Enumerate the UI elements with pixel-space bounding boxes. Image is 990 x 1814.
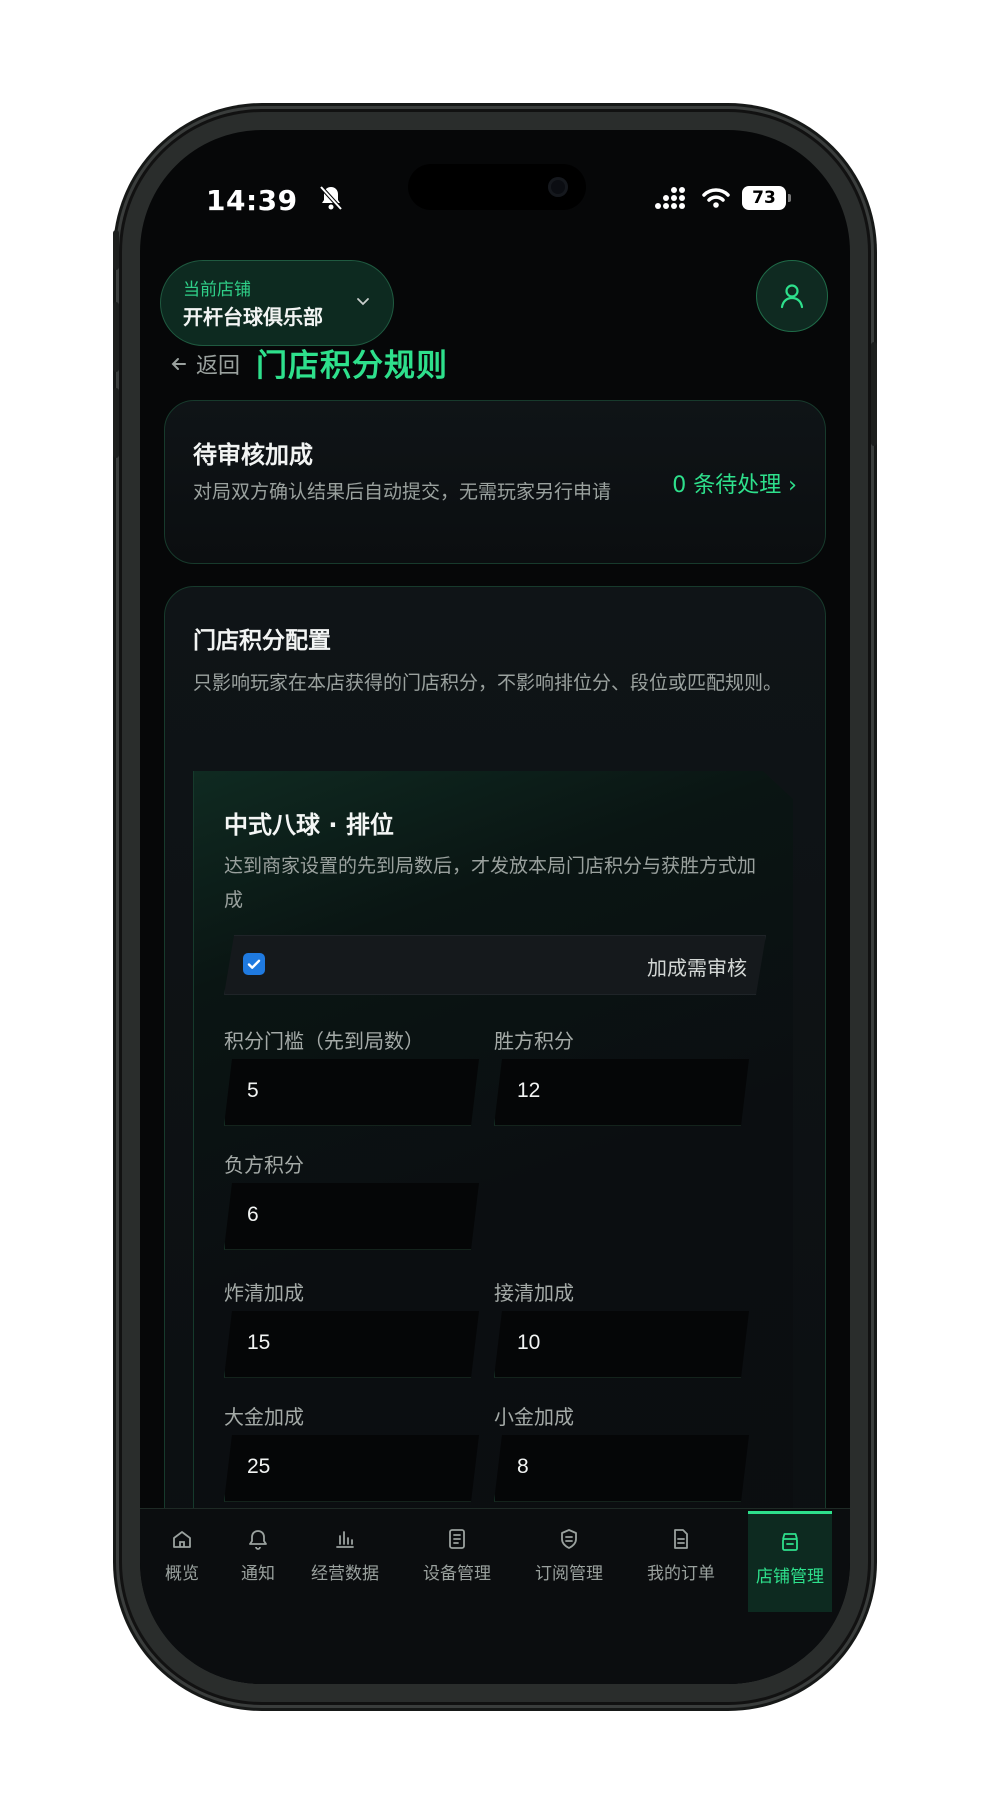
bottom-tab-bar: 概览 通知 经营数据 设备管理 订阅管理 我的订单 店铺管理 xyxy=(140,1508,850,1684)
battery-icon: 73 xyxy=(742,186,791,210)
loser-points-value: 6 xyxy=(247,1203,259,1226)
review-toggle-row[interactable]: 加成需审核 xyxy=(224,935,766,995)
camera xyxy=(548,177,568,197)
winner-points-label: 胜方积分 xyxy=(494,1029,574,1053)
tab-my-orders[interactable]: 我的订单 xyxy=(626,1527,736,1584)
screen: 14:39 73 当前店铺 开杆台球俱乐部 返回 门店积分规则 待审核加成 对局… xyxy=(140,130,850,1684)
winner-points-value: 12 xyxy=(517,1079,541,1102)
volume-up-button xyxy=(113,302,119,372)
user-icon xyxy=(780,284,804,309)
status-indicators: 73 xyxy=(654,186,791,210)
tab-business-data[interactable]: 经营数据 xyxy=(290,1527,400,1584)
run-out-value: 10 xyxy=(517,1331,541,1354)
pending-count-link[interactable]: 0 条待处理 › xyxy=(672,467,797,499)
tab-notifications[interactable]: 通知 xyxy=(228,1527,288,1584)
run-out-input[interactable]: 10 xyxy=(494,1311,749,1378)
run-out-label: 接清加成 xyxy=(494,1281,574,1305)
store-icon xyxy=(782,1533,798,1551)
page-title: 门店积分规则 xyxy=(256,348,448,384)
phone-frame: 14:39 73 当前店铺 开杆台球俱乐部 返回 门店积分规则 待审核加成 对局… xyxy=(113,112,877,1702)
tab-subscription-management-label: 订阅管理 xyxy=(535,1564,603,1584)
shield-icon xyxy=(561,1529,577,1549)
game-desc: 达到商家设置的先到局数后，才发放本局门店积分与获胜方式加成 xyxy=(224,855,757,911)
home-icon xyxy=(173,1531,191,1548)
tab-business-data-label: 经营数据 xyxy=(311,1564,379,1584)
tab-store-management[interactable]: 店铺管理 xyxy=(748,1511,832,1612)
wifi-icon xyxy=(702,188,730,208)
arrow-left-icon xyxy=(171,358,186,370)
threshold-label: 积分门槛（先到局数） xyxy=(224,1029,424,1053)
loser-points-input[interactable]: 6 xyxy=(224,1183,479,1250)
store-name: 开杆台球俱乐部 xyxy=(183,305,323,329)
store-selector-label: 当前店铺 xyxy=(183,280,251,300)
loser-points-label: 负方积分 xyxy=(224,1153,304,1177)
signal-icon xyxy=(655,187,685,209)
profile-button[interactable] xyxy=(756,260,828,332)
bell-icon xyxy=(249,1530,267,1550)
pending-bonus-card[interactable]: 待审核加成 对局双方确认结果后自动提交，无需玩家另行申请 0 条待处理 › xyxy=(164,400,826,564)
back-button[interactable]: 返回 xyxy=(170,348,240,380)
tab-device-management-label: 设备管理 xyxy=(423,1564,491,1584)
pending-title: 待审核加成 xyxy=(193,441,313,469)
tab-store-management-label: 店铺管理 xyxy=(756,1567,824,1587)
tab-overview-label: 概览 xyxy=(165,1564,199,1584)
small-gold-label: 小金加成 xyxy=(494,1405,574,1429)
config-title: 门店积分配置 xyxy=(193,628,331,654)
document-icon xyxy=(449,1529,465,1549)
silent-switch xyxy=(113,230,119,270)
volume-down-button xyxy=(113,388,119,458)
break-clear-label: 炸清加成 xyxy=(224,1281,304,1305)
big-gold-value: 25 xyxy=(247,1455,271,1478)
tab-overview[interactable]: 概览 xyxy=(152,1527,212,1584)
status-time: 14:39 xyxy=(206,184,298,217)
dynamic-island xyxy=(408,164,586,210)
tab-subscription-management[interactable]: 订阅管理 xyxy=(514,1527,624,1584)
small-gold-value: 8 xyxy=(517,1455,529,1478)
big-gold-label: 大金加成 xyxy=(224,1405,304,1429)
back-label: 返回 xyxy=(196,354,241,379)
winner-points-input[interactable]: 12 xyxy=(494,1059,749,1126)
review-checkbox[interactable] xyxy=(243,953,265,975)
threshold-value: 5 xyxy=(247,1079,259,1102)
tab-my-orders-label: 我的订单 xyxy=(647,1564,715,1584)
break-clear-input[interactable]: 15 xyxy=(224,1311,479,1378)
power-button xyxy=(871,342,877,446)
review-label: 加成需审核 xyxy=(647,956,747,980)
tab-device-management[interactable]: 设备管理 xyxy=(402,1527,512,1584)
game-title: 中式八球 · 排位 xyxy=(224,811,394,839)
file-icon xyxy=(674,1529,688,1549)
silent-bell-icon xyxy=(319,185,343,211)
bar-chart-icon xyxy=(336,1531,354,1548)
big-gold-input[interactable]: 25 xyxy=(224,1435,479,1502)
pending-desc: 对局双方确认结果后自动提交，无需玩家另行申请 xyxy=(193,481,612,503)
store-selector[interactable]: 当前店铺 开杆台球俱乐部 xyxy=(160,260,394,346)
chevron-down-icon xyxy=(357,298,369,306)
break-clear-value: 15 xyxy=(247,1331,271,1354)
tab-notifications-label: 通知 xyxy=(241,1564,275,1584)
small-gold-input[interactable]: 8 xyxy=(494,1435,749,1502)
config-desc: 只影响玩家在本店获得的门店积分，不影响排位分、段位或匹配规则。 xyxy=(193,672,783,694)
threshold-input[interactable]: 5 xyxy=(224,1059,479,1126)
check-icon xyxy=(246,956,262,972)
